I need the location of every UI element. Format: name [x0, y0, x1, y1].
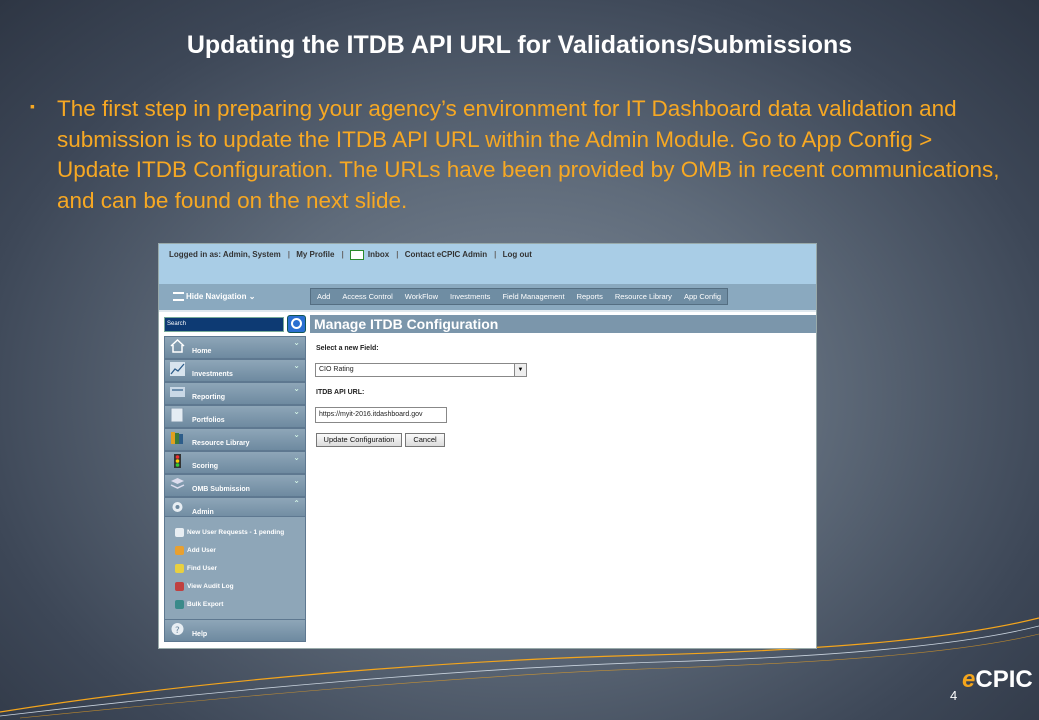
submenu-item-view-audit-log[interactable]: View Audit Log: [175, 582, 234, 591]
hamburger-icon: [173, 292, 184, 302]
contact-admin-link[interactable]: Contact eCPIC Admin: [405, 250, 487, 259]
chevron-down-icon: ⌄: [293, 407, 300, 416]
submenu-label: New User Requests - 1 pending: [187, 529, 285, 537]
ecpic-logo: eCPIC: [962, 666, 1033, 694]
sidebar-item-label: Resource Library: [192, 440, 250, 447]
chevron-down-icon: ⌄: [293, 476, 300, 485]
sidebar-item-label: Investments: [192, 371, 233, 378]
select-field-label: Select a new Field:: [316, 345, 379, 352]
api-url-field[interactable]: https://myit-2016.itdashboard.gov: [315, 407, 447, 423]
sidebar-item-omb-submission[interactable]: OMB Submission ⌄: [164, 474, 306, 497]
field-select[interactable]: CIO Rating ▼: [315, 363, 527, 377]
slide-title: Updating the ITDB API URL for Validation…: [186, 31, 853, 59]
chevron-down-icon: ▼: [514, 364, 526, 376]
cancel-button[interactable]: Cancel: [405, 433, 445, 447]
slide-body-text: The first step in preparing your agency’…: [57, 96, 1000, 213]
sidebar-item-reporting[interactable]: Reporting ⌄: [164, 382, 306, 405]
user-icon: [175, 528, 184, 537]
update-configuration-button[interactable]: Update Configuration: [316, 433, 402, 447]
sidebar-item-label: OMB Submission: [192, 486, 250, 493]
search-placeholder: Search: [167, 321, 187, 327]
sidebar-item-label: Home: [192, 348, 212, 355]
sidebar-item-label: Reporting: [192, 394, 226, 401]
page-title-bar: Manage ITDB Configuration: [310, 315, 816, 333]
logout-link[interactable]: Log out: [503, 250, 532, 259]
inbox-icon: [349, 250, 364, 260]
inbox-link[interactable]: Inbox: [368, 250, 389, 259]
logo-prefix: e: [962, 666, 976, 693]
reporting-icon: [170, 387, 185, 397]
logo-name: CPIC: [975, 666, 1033, 693]
investments-icon: [170, 362, 185, 376]
submenu-label: Bulk Export: [187, 601, 224, 609]
resource-library-icon: [171, 432, 183, 444]
submenu-item-add-user[interactable]: Add User: [175, 546, 216, 555]
sidebar-item-help[interactable]: ? Help: [164, 619, 306, 642]
sidebar-item-label: Portfolios: [192, 417, 225, 424]
chevron-down-icon: ⌄: [248, 292, 256, 301]
admin-submenu: New User Requests - 1 pending Add User F…: [164, 516, 306, 620]
submenu-item-bulk-export[interactable]: Bulk Export: [175, 600, 223, 609]
page-number: 4: [950, 688, 958, 703]
main-menu: Add Access Control WorkFlow Investments …: [310, 288, 729, 305]
audit-log-icon: [175, 582, 184, 591]
chevron-down-icon: ⌄: [293, 361, 300, 370]
svg-text:?: ?: [175, 626, 180, 636]
bullet-marker: ▪: [30, 98, 35, 114]
search-input[interactable]: Search: [164, 317, 284, 332]
hide-navigation-button[interactable]: Hide Navigation ⌄: [173, 292, 256, 302]
chevron-down-icon: ⌄: [293, 430, 300, 439]
field-select-value: CIO Rating: [319, 366, 354, 373]
api-url-label: ITDB API URL:: [316, 389, 365, 396]
submenu-item-find-user[interactable]: Find User: [175, 564, 217, 573]
menu-item-access-control[interactable]: Access Control: [336, 289, 398, 304]
submenu-label: Add User: [187, 547, 216, 555]
scoring-icon: [174, 454, 181, 468]
chevron-down-icon: ⌄: [293, 338, 300, 347]
home-icon: [170, 339, 185, 353]
sidebar-item-scoring[interactable]: Scoring ⌄: [164, 451, 306, 474]
sidebar-item-home[interactable]: Home ⌄: [164, 336, 306, 359]
logged-in-label: Logged in as: Admin, System: [169, 250, 281, 260]
sidebar-item-investments[interactable]: Investments ⌄: [164, 359, 306, 382]
api-url-value: https://myit-2016.itdashboard.gov: [319, 411, 423, 418]
chevron-down-icon: ⌄: [293, 453, 300, 462]
add-user-icon: [175, 546, 184, 555]
omb-submission-icon: [170, 478, 185, 489]
menu-item-field-management[interactable]: Field Management: [496, 289, 570, 304]
search-icon[interactable]: [287, 315, 306, 333]
chevron-up-icon: ⌃: [293, 499, 300, 508]
submenu-item-new-user-requests[interactable]: New User Requests - 1 pending: [175, 528, 284, 537]
sidebar-item-label: Scoring: [192, 463, 219, 470]
gear-icon: [172, 502, 183, 512]
submenu-label: View Audit Log: [187, 583, 234, 591]
embedded-screenshot: Logged in as: Admin, System | My Profile |…: [158, 243, 817, 649]
menu-item-reports[interactable]: Reports: [571, 289, 609, 304]
menu-item-add[interactable]: Add: [311, 289, 336, 304]
sidebar-item-resource-library[interactable]: Resource Library ⌄: [164, 428, 306, 451]
my-profile-link[interactable]: My Profile: [296, 250, 334, 259]
menu-item-resource-library[interactable]: Resource Library: [609, 289, 678, 304]
chevron-down-icon: ⌄: [293, 384, 300, 393]
sidebar-item-label: Admin: [192, 509, 214, 516]
help-icon: ?: [171, 623, 184, 636]
submenu-label: Find User: [187, 565, 217, 573]
hide-navigation-label: Hide Navigation: [186, 292, 247, 301]
sidebar-item-portfolios[interactable]: Portfolios ⌄: [164, 405, 306, 428]
find-user-icon: [175, 564, 184, 573]
menu-item-app-config[interactable]: App Config: [678, 289, 727, 304]
menu-item-workflow[interactable]: WorkFlow: [399, 289, 444, 304]
export-icon: [175, 600, 184, 609]
page-title: Manage ITDB Configuration: [314, 316, 499, 332]
sidebar-item-label: Help: [192, 631, 208, 638]
menu-item-investments[interactable]: Investments: [444, 289, 496, 304]
portfolios-icon: [170, 408, 184, 422]
top-bar: Logged in as: Admin, System | My Profile |…: [159, 244, 816, 284]
